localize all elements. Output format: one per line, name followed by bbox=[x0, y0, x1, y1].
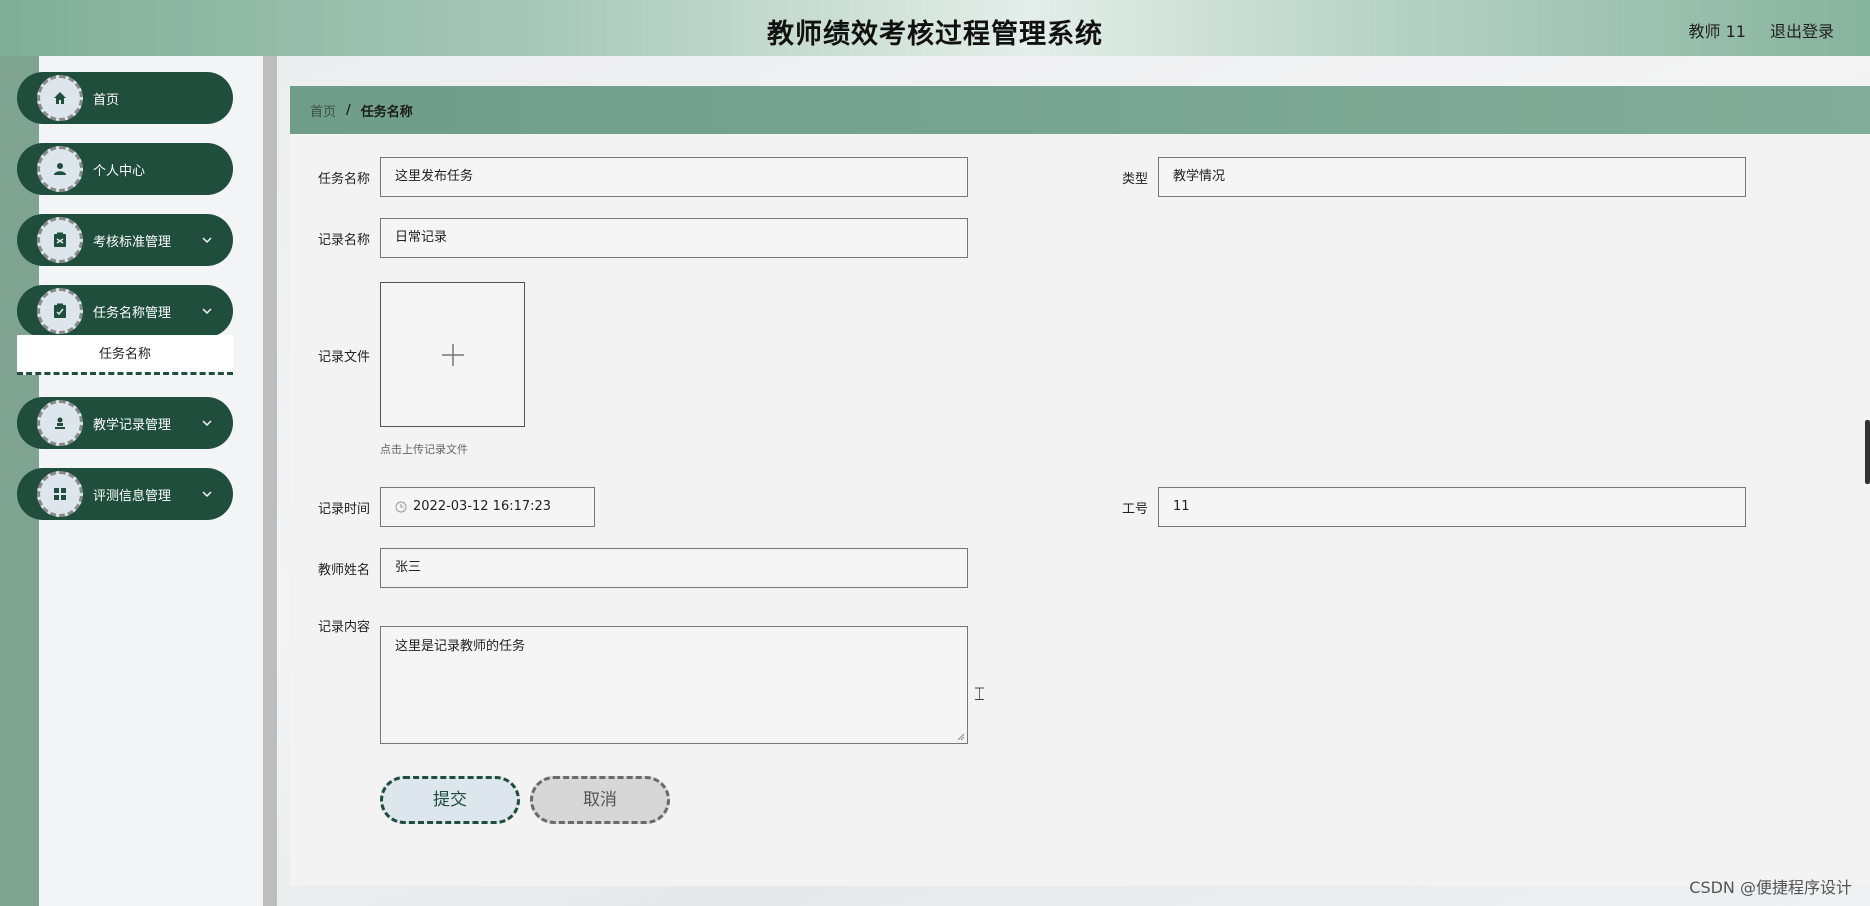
sidebar-item-assessment-standard[interactable]: 考核标准管理 bbox=[17, 214, 233, 266]
record-name-input[interactable]: 日常记录 bbox=[380, 218, 968, 258]
clipboard-icon bbox=[37, 217, 83, 263]
job-no-label: 工号 bbox=[1121, 502, 1148, 517]
user-icon bbox=[37, 146, 83, 192]
type-input[interactable]: 教学情况 bbox=[1158, 157, 1746, 197]
breadcrumb-separator: / bbox=[346, 102, 351, 118]
breadcrumb-current: 任务名称 bbox=[360, 104, 413, 120]
home-icon bbox=[37, 75, 83, 121]
watermark: CSDN @便捷程序设计 bbox=[1689, 878, 1852, 897]
app-title: 教师绩效考核过程管理系统 bbox=[767, 19, 1103, 50]
sidebar-item-teaching-record[interactable]: 教学记录管理 bbox=[17, 397, 233, 449]
job-no-input[interactable]: 11 bbox=[1158, 487, 1746, 527]
submit-button[interactable]: 提交 bbox=[380, 776, 520, 824]
task-name-label: 任务名称 bbox=[317, 172, 370, 187]
upload-hint: 点击上传记录文件 bbox=[380, 443, 468, 456]
text-cursor-icon: ⌶ bbox=[974, 684, 985, 705]
record-name-label: 记录名称 bbox=[317, 233, 370, 248]
chevron-down-icon bbox=[202, 237, 212, 244]
breadcrumb: 首页 / 任务名称 bbox=[290, 86, 1870, 134]
sidebar-item-task-management[interactable]: 任务名称管理 bbox=[17, 285, 233, 337]
resize-grip-icon[interactable] bbox=[957, 733, 965, 741]
grid-icon bbox=[37, 471, 83, 517]
record-file-label: 记录文件 bbox=[317, 350, 370, 365]
record-content-textarea[interactable]: 这里是记录教师的任务 bbox=[380, 626, 968, 744]
sidebar-item-label: 考核标准管理 bbox=[93, 234, 172, 250]
submenu-item-task-name[interactable]: 任务名称 bbox=[17, 335, 233, 375]
record-time-value: 2022-03-12 16:17:23 bbox=[413, 499, 552, 514]
sidebar-item-label: 个人中心 bbox=[93, 163, 146, 179]
breadcrumb-home[interactable]: 首页 bbox=[310, 101, 336, 120]
record-time-picker[interactable]: 2022-03-12 16:17:23 bbox=[380, 487, 595, 527]
person-stamp-icon bbox=[37, 400, 83, 446]
record-content-label: 记录内容 bbox=[317, 620, 370, 635]
chevron-down-icon bbox=[202, 491, 212, 498]
sidebar-item-evaluation[interactable]: 评测信息管理 bbox=[17, 468, 233, 520]
current-user: 教师 11 bbox=[1688, 22, 1746, 41]
header-user-area: 教师 11 退出登录 bbox=[1689, 18, 1834, 42]
clock-icon bbox=[395, 501, 407, 513]
plus-icon bbox=[441, 343, 464, 366]
file-upload-box[interactable] bbox=[380, 282, 525, 427]
sidebar-item-label: 首页 bbox=[93, 92, 120, 108]
main-content: 首页 / 任务名称 任务名称 这里发布任务 类型 教学情况 记录名称 日常记录 … bbox=[277, 56, 1870, 906]
chevron-down-icon bbox=[202, 308, 212, 315]
header: 教师绩效考核过程管理系统 教师 11 退出登录 bbox=[0, 0, 1870, 56]
form-panel: 首页 / 任务名称 任务名称 这里发布任务 类型 教学情况 记录名称 日常记录 … bbox=[290, 86, 1870, 886]
sidebar-item-home[interactable]: 首页 bbox=[17, 72, 233, 124]
teacher-name-label: 教师姓名 bbox=[317, 563, 370, 578]
cancel-button[interactable]: 取消 bbox=[530, 776, 670, 824]
record-content-value: 这里是记录教师的任务 bbox=[395, 639, 526, 654]
sidebar-scrollbar[interactable] bbox=[263, 56, 277, 906]
sidebar-item-label: 评测信息管理 bbox=[93, 488, 172, 504]
task-name-input[interactable]: 这里发布任务 bbox=[380, 157, 968, 197]
page-scrollbar[interactable] bbox=[1865, 420, 1870, 484]
type-label: 类型 bbox=[1121, 172, 1148, 187]
logout-link[interactable]: 退出登录 bbox=[1770, 18, 1834, 42]
chevron-down-icon bbox=[202, 420, 212, 427]
teacher-name-input[interactable]: 张三 bbox=[380, 548, 968, 588]
sidebar-item-personal-center[interactable]: 个人中心 bbox=[17, 143, 233, 195]
record-time-label: 记录时间 bbox=[317, 502, 370, 517]
clipboard-check-icon bbox=[37, 288, 83, 334]
sidebar-item-label: 教学记录管理 bbox=[93, 417, 172, 433]
sidebar-item-label: 任务名称管理 bbox=[93, 305, 172, 321]
